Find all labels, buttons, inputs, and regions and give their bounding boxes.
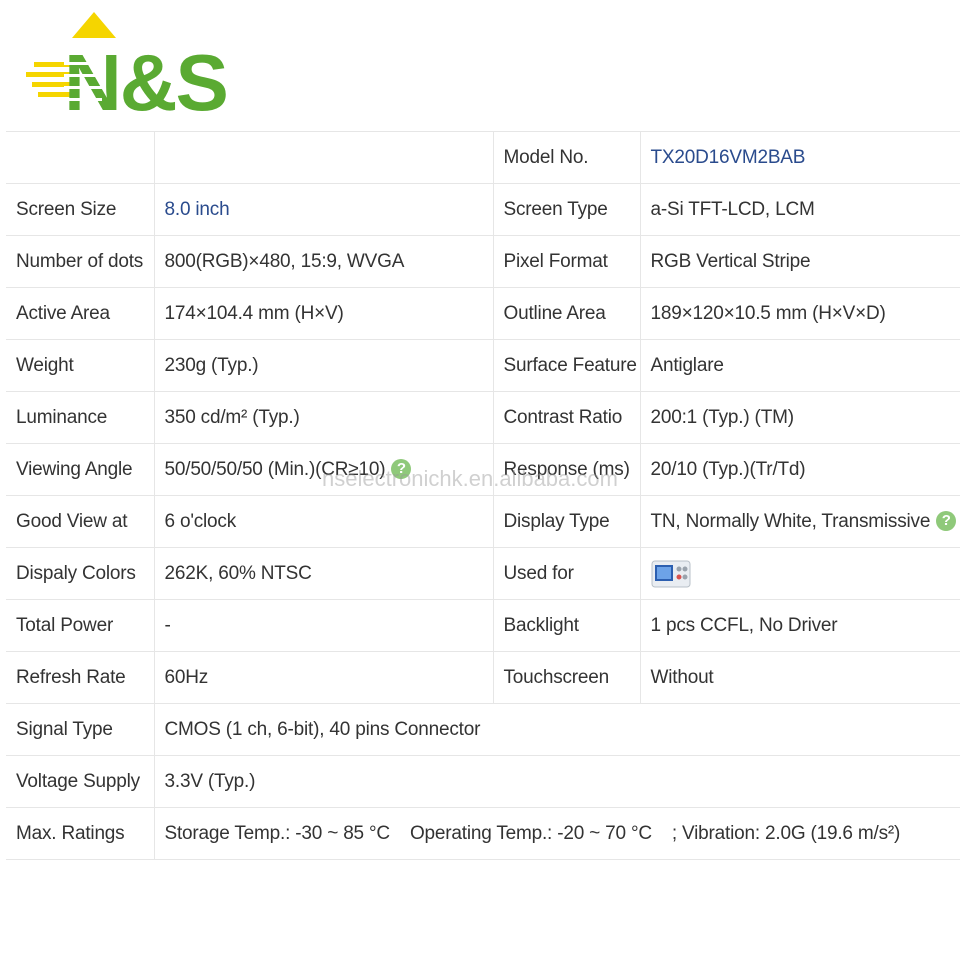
row-value: 6 o'clock <box>154 495 494 548</box>
empty-cell <box>154 131 494 184</box>
table-row: Weight 230g (Typ.) Surface Feature Antig… <box>6 339 960 392</box>
table-row: Model No. TX20D16VM2BAB <box>6 131 960 184</box>
row-label: Backlight <box>493 599 641 652</box>
row-label: Touchscreen <box>493 651 641 704</box>
row-value: 262K, 60% NTSC <box>154 547 494 600</box>
row-value: CMOS (1 ch, 6-bit), 40 pins Connector <box>154 703 960 756</box>
table-row: Good View at 6 o'clock Display Type TN, … <box>6 495 960 548</box>
model-label: Model No. <box>493 131 641 184</box>
row-value: RGB Vertical Stripe <box>640 235 960 288</box>
row-value: 200:1 (Typ.) (TM) <box>640 391 960 444</box>
row-label: Luminance <box>6 391 155 444</box>
row-label: Contrast Ratio <box>493 391 641 444</box>
row-label: Signal Type <box>6 703 155 756</box>
model-value-link[interactable]: TX20D16VM2BAB <box>640 131 960 184</box>
oscilloscope-icon[interactable] <box>651 559 691 589</box>
row-value: Antiglare <box>640 339 960 392</box>
row-label: Active Area <box>6 287 155 340</box>
table-row: Screen Size 8.0 inch Screen Type a-Si TF… <box>6 183 960 236</box>
row-label: Number of dots <box>6 235 155 288</box>
row-label: Voltage Supply <box>6 755 155 808</box>
row-value: 60Hz <box>154 651 494 704</box>
row-label: Dispaly Colors <box>6 547 155 600</box>
table-row: Number of dots 800(RGB)×480, 15:9, WVGA … <box>6 235 960 288</box>
row-label: Display Type <box>493 495 641 548</box>
table-row: Max. Ratings Storage Temp.: -30 ~ 85 °C O… <box>6 807 960 860</box>
row-label: Total Power <box>6 599 155 652</box>
table-row: Refresh Rate 60Hz Touchscreen Without <box>6 651 960 704</box>
empty-cell <box>6 131 155 184</box>
row-label: Used for <box>493 547 641 600</box>
spec-table: Model No. TX20D16VM2BAB Screen Size 8.0 … <box>6 131 960 860</box>
table-row: Signal Type CMOS (1 ch, 6-bit), 40 pins … <box>6 703 960 756</box>
row-label: Response (ms) <box>493 443 641 496</box>
row-value: 800(RGB)×480, 15:9, WVGA <box>154 235 494 288</box>
storage-temp: Storage Temp.: -30 ~ 85 °C <box>164 822 391 844</box>
vibration: ; Vibration: 2.0G (19.6 m/s²) <box>671 822 901 844</box>
row-value: 189×120×10.5 mm (H×V×D) <box>640 287 960 340</box>
company-logo: N&S <box>24 12 274 112</box>
row-label: Max. Ratings <box>6 807 155 860</box>
display-type-cell: TN, Normally White, Transmissive? <box>640 495 960 548</box>
row-value: a-Si TFT-LCD, LCM <box>640 183 960 236</box>
row-label: Screen Type <box>493 183 641 236</box>
row-label: Outline Area <box>493 287 641 340</box>
row-value: TN, Normally White, Transmissive <box>650 510 931 532</box>
viewing-angle-cell: 50/50/50/50 (Min.)(CR≥10)? <box>154 443 494 496</box>
row-value: 1 pcs CCFL, No Driver <box>640 599 960 652</box>
table-row: Active Area 174×104.4 mm (H×V) Outline A… <box>6 287 960 340</box>
screen-size-link[interactable]: 8.0 inch <box>154 183 494 236</box>
row-value: Without <box>640 651 960 704</box>
help-icon[interactable]: ? <box>936 511 957 532</box>
row-label: Pixel Format <box>493 235 641 288</box>
operating-temp: Operating Temp.: -20 ~ 70 °C <box>409 822 652 844</box>
table-row: Viewing Angle 50/50/50/50 (Min.)(CR≥10)?… <box>6 443 960 496</box>
max-ratings-cell: Storage Temp.: -30 ~ 85 °C Operating Temp… <box>154 807 960 860</box>
row-label: Refresh Rate <box>6 651 155 704</box>
row-label: Surface Feature <box>493 339 641 392</box>
logo-graphic: N&S <box>26 12 229 112</box>
row-label: Good View at <box>6 495 155 548</box>
row-label: Viewing Angle <box>6 443 155 496</box>
row-value: 174×104.4 mm (H×V) <box>154 287 494 340</box>
used-for-cell <box>640 547 960 600</box>
row-value: - <box>154 599 494 652</box>
row-value: 50/50/50/50 (Min.)(CR≥10) <box>164 458 386 480</box>
row-label: Weight <box>6 339 155 392</box>
table-row: Total Power - Backlight 1 pcs CCFL, No D… <box>6 599 960 652</box>
row-value: 20/10 (Typ.)(Tr/Td) <box>640 443 960 496</box>
table-row: Luminance 350 cd/m² (Typ.) Contrast Rati… <box>6 391 960 444</box>
row-value: 350 cd/m² (Typ.) <box>154 391 494 444</box>
table-row: Voltage Supply 3.3V (Typ.) <box>6 755 960 808</box>
table-row: Dispaly Colors 262K, 60% NTSC Used for <box>6 547 960 600</box>
row-label: Screen Size <box>6 183 155 236</box>
row-value: 3.3V (Typ.) <box>154 755 960 808</box>
row-value: 230g (Typ.) <box>154 339 494 392</box>
help-icon[interactable]: ? <box>391 459 412 480</box>
